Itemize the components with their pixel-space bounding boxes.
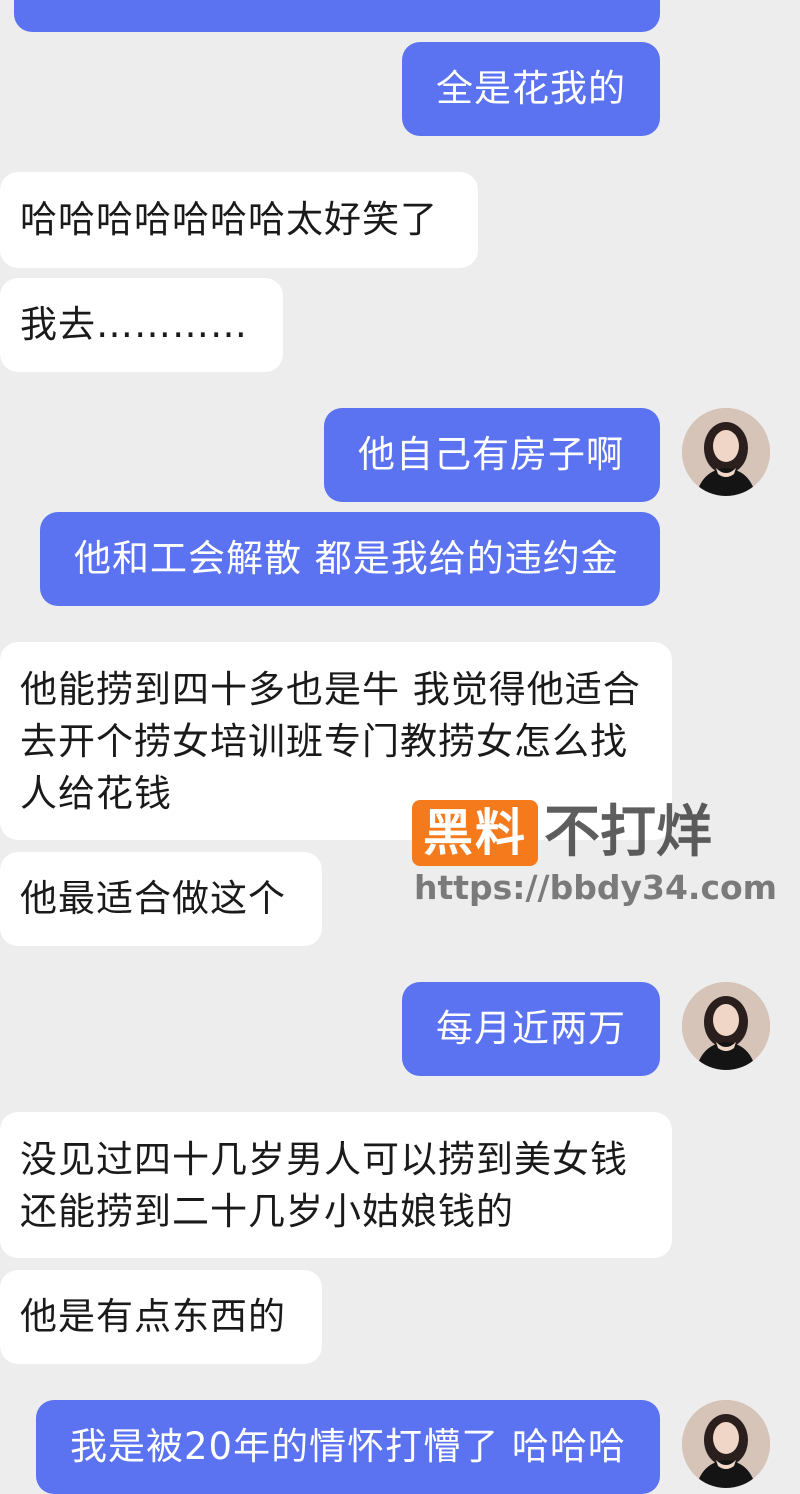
outgoing-message-bubble[interactable]: 我是被20年的情怀打懵了 哈哈哈 — [36, 1400, 660, 1494]
outgoing-message-bubble[interactable]: 全是花我的 — [402, 42, 660, 136]
outgoing-message-bubble[interactable]: 他自己有房子啊 — [324, 408, 660, 502]
incoming-message-bubble[interactable]: 没见过四十几岁男人可以捞到美女钱还能捞到二十几岁小姑娘钱的 — [0, 1112, 672, 1258]
user-avatar[interactable] — [682, 408, 770, 496]
watermark-url: https://bbdy34.com — [414, 868, 778, 907]
avatar-image-icon — [682, 1400, 770, 1488]
avatar-image-icon — [682, 982, 770, 1070]
incoming-message-bubble[interactable]: 他是有点东西的 — [0, 1270, 322, 1364]
outgoing-message-bubble[interactable]: 他和工会解散 都是我给的违约金 — [40, 512, 660, 606]
user-avatar[interactable] — [682, 1400, 770, 1488]
watermark-text: 不打烊 — [544, 800, 712, 865]
outgoing-message-bubble[interactable]: 每月近两万 — [402, 982, 660, 1076]
watermark-badge: 黑料 — [412, 800, 538, 866]
cropped-outgoing-bubble[interactable] — [14, 0, 660, 32]
incoming-message-bubble[interactable]: 他最适合做这个 — [0, 852, 322, 946]
avatar-image-icon — [682, 408, 770, 496]
user-avatar[interactable] — [682, 982, 770, 1070]
incoming-message-bubble[interactable]: 我去………… — [0, 278, 283, 372]
incoming-message-bubble[interactable]: 哈哈哈哈哈哈哈太好笑了 — [0, 172, 478, 268]
